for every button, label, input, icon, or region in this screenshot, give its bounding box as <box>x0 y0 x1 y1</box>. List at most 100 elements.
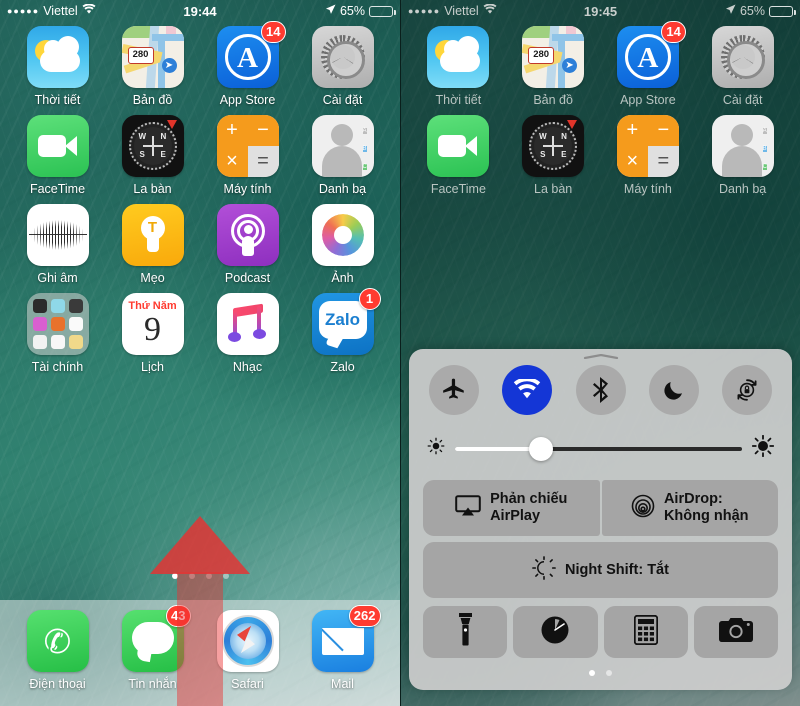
compass-w-label: W <box>138 132 147 141</box>
app-icon-zalo[interactable]: Zalo 1 Zalo <box>295 288 390 374</box>
calculator-button[interactable] <box>603 606 688 658</box>
app-icon-settings[interactable]: Cài đặt <box>295 26 390 107</box>
status-bar-right: ●●●●● Viettel 19:45 65% <box>401 0 800 22</box>
app-label: Điện thoại <box>29 677 86 691</box>
app-label: Thời tiết <box>34 93 81 107</box>
app-label: FaceTime <box>29 182 86 196</box>
weather-icon <box>427 26 490 88</box>
camera-button[interactable] <box>693 606 778 658</box>
app-grid-left: Thời tiết 280 ➤ Bản đồ A 14 App Store Cà… <box>0 21 400 374</box>
control-center-grabber[interactable] <box>409 354 792 359</box>
settings-icon <box>711 26 774 88</box>
carrier-label: Viettel <box>43 4 78 18</box>
airplane-mode-toggle[interactable] <box>429 365 479 415</box>
app-icon-maps[interactable]: 280 ➤ Bản đồ <box>105 26 200 107</box>
calc-times-key: × <box>616 146 648 177</box>
app-label: Tài chính <box>31 360 84 374</box>
dock-item-mail[interactable]: 262 Mail <box>295 605 390 706</box>
night-shift-button[interactable]: Night Shift: Tắt <box>423 542 778 598</box>
rotation-lock-toggle[interactable] <box>722 365 772 415</box>
app-label: Ghi âm <box>37 271 78 285</box>
signal-dots-icon: ●●●●● <box>408 5 441 16</box>
app-icon-music[interactable]: Nhạc <box>200 293 295 374</box>
right-phone-screen: ●●●●● Viettel 19:45 65% Thời tiết 280 ➤ … <box>400 0 800 706</box>
app-grid-right: Thời tiết 280 ➤ Bản đồ A 14 App Store Cà… <box>401 21 800 196</box>
calc-equals-key: = <box>247 146 279 177</box>
zalo-wordmark: Zalo <box>325 310 360 329</box>
route-shield-label: 280 <box>528 47 555 64</box>
facetime-icon <box>427 115 490 177</box>
compass-w-label: W <box>539 132 547 141</box>
app-folder-finance[interactable]: Tài chính <box>10 293 105 374</box>
bluetooth-toggle[interactable] <box>575 365 626 415</box>
wifi-toggle[interactable] <box>502 365 553 415</box>
control-center-shortcuts <box>423 606 778 658</box>
compass-s-label: S <box>139 150 145 159</box>
app-label: La bàn <box>534 182 573 196</box>
app-label: Máy tính <box>623 182 672 196</box>
app-icon-app-store[interactable]: A 14 App Store <box>200 21 295 107</box>
airplay-mirroring-button[interactable]: Phản chiếu AirPlay <box>423 480 600 536</box>
airplane-icon <box>441 377 467 403</box>
app-icon-weather[interactable]: Thời tiết <box>411 26 506 107</box>
app-icon-voice-memos[interactable]: Ghi âm <box>10 204 105 285</box>
app-icon-podcasts[interactable]: Podcast <box>200 204 295 285</box>
app-icon-facetime[interactable]: FaceTime <box>10 115 105 196</box>
brightness-high-icon <box>751 434 775 462</box>
app-icon-facetime[interactable]: FaceTime <box>411 115 506 196</box>
app-label: Ảnh <box>331 271 354 285</box>
left-phone-screen: ●●●●● Viettel 19:44 65% Thời tiết 280 ➤ … <box>0 0 400 706</box>
app-icon-photos[interactable]: Ảnh <box>295 204 390 285</box>
battery-percent-label: 65% <box>339 4 365 18</box>
app-icon-calculator[interactable]: + − × = Máy tính <box>200 115 295 196</box>
compass-icon: N W S E <box>522 115 585 177</box>
side-by-side-screenshots: ●●●●● Viettel 19:44 65% Thời tiết 280 ➤ … <box>0 0 800 706</box>
do-not-disturb-toggle[interactable] <box>648 365 699 415</box>
app-label: Mail <box>331 677 354 691</box>
timer-button[interactable] <box>513 606 598 658</box>
calendar-icon: Thứ Năm 9 <box>121 293 184 355</box>
voice-memos-icon <box>26 204 89 266</box>
brightness-slider-row <box>423 421 778 474</box>
app-label: Mẹo <box>140 271 165 285</box>
app-icon-calendar[interactable]: Thứ Năm 9 Lịch <box>105 293 200 374</box>
moon-icon <box>662 378 686 402</box>
airdrop-label-line2: Không nhận <box>663 508 749 524</box>
compass-n-label: N <box>160 132 167 141</box>
app-label: Cài đặt <box>722 93 763 107</box>
airdrop-button[interactable]: AirDrop: Không nhận <box>601 480 778 536</box>
app-icon-calculator[interactable]: + − × = Máy tính <box>601 115 696 196</box>
airdrop-label: AirDrop: Không nhận <box>664 491 749 525</box>
folder-icon <box>26 293 89 355</box>
app-icon-maps[interactable]: 280 ➤ Bản đồ <box>506 26 601 107</box>
battery-percent-label: 65% <box>739 4 765 18</box>
brightness-slider[interactable] <box>455 436 742 461</box>
location-arrow-icon <box>725 4 736 18</box>
calc-times-key: × <box>216 146 248 177</box>
calc-minus-key: − <box>647 115 679 146</box>
airdrop-label-line1: AirDrop: <box>663 491 723 507</box>
app-icon-contacts[interactable]: A B C D Danh bạ <box>695 115 790 196</box>
bluetooth-icon <box>591 376 611 404</box>
app-icon-app-store[interactable]: A 14 App Store <box>601 21 696 107</box>
control-center-page-dots[interactable] <box>423 670 778 676</box>
signal-dots-icon: ●●●●● <box>7 5 40 16</box>
flashlight-button[interactable] <box>423 606 508 658</box>
app-label: Máy tính <box>223 182 272 196</box>
app-icon-weather[interactable]: Thời tiết <box>10 26 105 107</box>
dock-item-phone[interactable]: ✆ Điện thoại <box>10 610 105 706</box>
airplay-label-line1: Phản chiếu <box>490 491 568 507</box>
app-icon-tips[interactable]: Mẹo <box>105 204 200 285</box>
contacts-tab-c: C <box>762 164 767 170</box>
app-icon-compass[interactable]: N W S E La bàn <box>105 115 200 196</box>
contacts-tab-a: A <box>362 128 367 134</box>
app-label: Lịch <box>141 360 164 374</box>
clock-label: 19:44 <box>183 3 217 19</box>
maps-icon: 280 ➤ <box>121 26 184 88</box>
app-icon-contacts[interactable]: A B C D Danh bạ <box>295 115 390 196</box>
calc-equals-key: = <box>647 146 679 177</box>
calc-minus-key: − <box>247 115 279 146</box>
airplay-label-line2: AirPlay <box>490 508 541 524</box>
app-icon-settings[interactable]: Cài đặt <box>695 26 790 107</box>
app-icon-compass[interactable]: N W S E La bàn <box>506 115 601 196</box>
